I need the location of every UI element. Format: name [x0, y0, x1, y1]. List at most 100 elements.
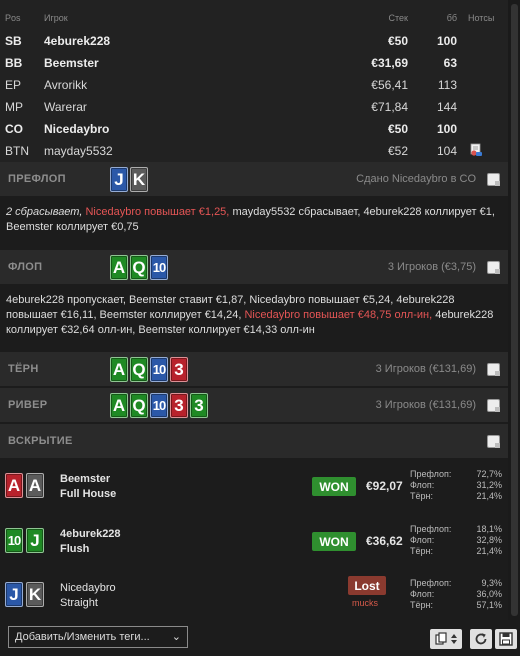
showdown-player-row: J K Nicedaybro Straight Lost mucks Префл… — [0, 567, 508, 621]
flop-board-cards: A Q 10 — [110, 255, 168, 280]
card-three-hearts: 3 — [170, 393, 188, 418]
player-bb: 100 — [436, 34, 457, 48]
player-bb: 104 — [436, 144, 457, 158]
won-badge: WON — [312, 477, 356, 496]
showdown-checkbox[interactable] — [487, 435, 500, 448]
player-name: Avrorikk — [44, 78, 88, 92]
equity-value: 18,1% — [476, 524, 502, 534]
card-jack-spades: J — [5, 582, 23, 607]
players-table: Pos Игрок Стек бб Нотсы SB 4eburek228 €5… — [0, 0, 508, 162]
card-ace-clubs: A — [110, 255, 128, 280]
equity-value: 31,2% — [476, 480, 502, 490]
river-board-cards: A Q 10 3 3 — [110, 393, 208, 418]
player-row-btn[interactable]: BTN mayday5532 €52 104 — [0, 140, 508, 162]
player-name: mayday5532 — [44, 144, 113, 158]
equity-list: Префлоп: 72,7% Флоп: 31,2% Тёрн: 21,4% — [410, 469, 502, 502]
equity-label: Префлоп: — [410, 469, 452, 479]
refresh-button[interactable] — [470, 629, 492, 649]
save-icon — [499, 632, 513, 646]
card-ten-spades: 10 — [150, 357, 168, 382]
equity-label: Префлоп: — [410, 578, 452, 588]
showdown-player-info: 4eburek228 Flush — [60, 527, 121, 557]
tags-dropdown-label: Добавить/Изменить теги... — [15, 631, 150, 643]
equity-value: 72,7% — [476, 469, 502, 479]
save-button[interactable] — [495, 629, 517, 649]
card-ten-clubs: 10 — [5, 528, 23, 553]
turn-board-cards: A Q 10 3 — [110, 357, 188, 382]
header-stack: Стек — [388, 13, 408, 23]
player-stack: €50 — [387, 34, 408, 48]
player-pos: CO — [5, 122, 23, 136]
showdown-player-info: Beemster Full House — [60, 472, 116, 502]
preflop-actions: 2 сбрасывает, Nicedaybro повышает €1,25,… — [0, 205, 508, 235]
equity-label: Тёрн: — [410, 600, 433, 610]
card-queen-clubs: Q — [130, 357, 148, 382]
preflop-title: ПРЕФЛОП — [8, 173, 66, 185]
showdown-player-hand: Straight — [60, 597, 98, 609]
player-row-sb[interactable]: SB 4eburek228 €50 100 — [0, 30, 508, 52]
flop-title: ФЛОП — [8, 261, 43, 273]
player-row-bb[interactable]: BB Beemster €31,69 63 — [0, 52, 508, 74]
header-notes: Нотсы — [468, 13, 495, 23]
showdown-player-name: Nicedaybro — [60, 582, 116, 594]
updown-arrows-icon — [451, 634, 457, 644]
player-stack: €50 — [387, 122, 408, 136]
mucks-label: mucks — [352, 598, 379, 608]
player-bb: 113 — [437, 78, 457, 92]
turn-info: 3 Игроков (€131,69) — [375, 363, 476, 375]
preflop-checkbox[interactable] — [487, 173, 500, 186]
equity-list: Префлоп: 9,3% Флоп: 36,0% Тёрн: 57,1% — [410, 578, 502, 611]
flop-actions: 4eburek228 пропускает, Beemster ставит €… — [0, 293, 508, 338]
turn-checkbox[interactable] — [487, 363, 500, 376]
flop-info: 3 Игроков (€3,75) — [387, 261, 476, 273]
player-name: Beemster — [44, 56, 99, 70]
card-queen-clubs: Q — [130, 393, 148, 418]
won-badge: WON — [312, 532, 356, 551]
showdown-player-hand: Flush — [60, 543, 90, 555]
player-pos: BB — [5, 56, 23, 70]
flop-checkbox[interactable] — [487, 261, 500, 274]
card-three-hearts: 3 — [170, 357, 188, 382]
player-pos: BTN — [5, 144, 29, 158]
street-flop: ФЛОП A Q 10 3 Игроков (€3,75) — [0, 250, 508, 284]
showdown-player-info: Nicedaybro Straight — [60, 581, 116, 611]
preflop-raise-text: Nicedaybro повышает €1,25, — [85, 206, 230, 218]
header-bb: бб — [446, 13, 457, 23]
player-bb: 100 — [436, 122, 457, 136]
equity-label: Префлоп: — [410, 524, 452, 534]
river-checkbox[interactable] — [487, 399, 500, 412]
river-info: 3 Игроков (€131,69) — [375, 399, 476, 411]
flop-raise-text: Nicedaybro повышает €48,75 олл-ин, — [244, 309, 433, 321]
card-jack-clubs: J — [26, 528, 44, 553]
card-three-clubs: 3 — [190, 393, 208, 418]
player-row-co[interactable]: CO Nicedaybro €50 100 — [0, 118, 508, 140]
equity-label: Тёрн: — [410, 546, 433, 556]
note-icon[interactable] — [468, 143, 484, 157]
equity-list: Префлоп: 18,1% Флоп: 32,8% Тёрн: 21,4% — [410, 524, 502, 557]
won-amount: €36,62 — [366, 534, 403, 548]
players-table-header: Pos Игрок Стек бб Нотсы — [0, 0, 508, 30]
player-row-mp[interactable]: MP Warerar €71,84 144 — [0, 96, 508, 118]
footer-toolbar: Добавить/Изменить теги... ⌄ — [0, 620, 520, 656]
equity-value: 36,0% — [476, 589, 502, 599]
showdown-cards: J K — [5, 582, 44, 607]
vertical-scrollbar[interactable] — [508, 0, 520, 620]
card-queen-clubs: Q — [130, 255, 148, 280]
player-stack: €31,69 — [371, 56, 408, 70]
street-showdown: ВСКРЫТИЕ — [0, 424, 508, 458]
tags-dropdown[interactable]: Добавить/Изменить теги... ⌄ — [8, 626, 188, 648]
won-amount: €92,07 — [366, 479, 403, 493]
player-bb: 144 — [436, 100, 457, 114]
player-stack: €52 — [387, 144, 408, 158]
river-title: РИВЕР — [8, 399, 48, 411]
scrollbar-thumb[interactable] — [511, 4, 518, 616]
player-pos: EP — [5, 78, 22, 92]
player-row-ep[interactable]: EP Avrorikk €56,41 113 — [0, 74, 508, 96]
card-ace-clubs: A — [110, 393, 128, 418]
chevron-down-icon: ⌄ — [171, 631, 181, 643]
equity-label: Тёрн: — [410, 491, 433, 501]
equity-value: 32,8% — [476, 535, 502, 545]
player-name: Nicedaybro — [44, 122, 110, 136]
copy-button[interactable] — [430, 629, 462, 649]
card-ace-hearts: A — [5, 473, 23, 498]
